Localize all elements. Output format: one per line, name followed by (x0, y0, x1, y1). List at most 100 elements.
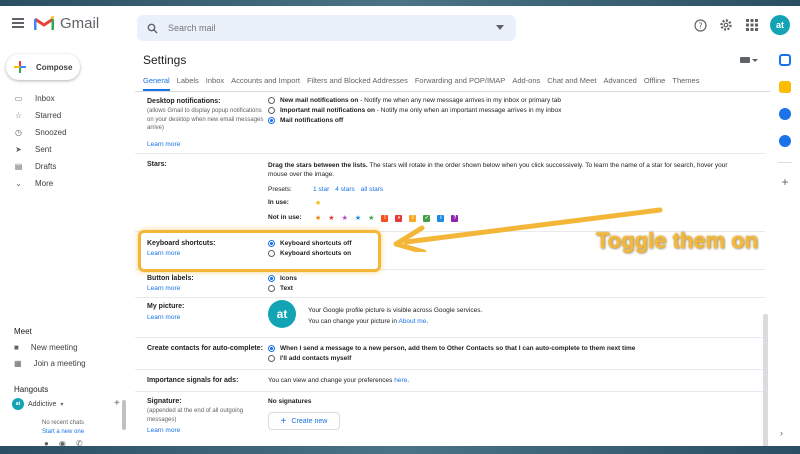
learn-more-link[interactable]: Learn more (147, 141, 180, 148)
tab-forwarding[interactable]: Forwarding and POP/IMAP (415, 76, 505, 91)
preset-1-star[interactable]: 1 star (313, 186, 329, 193)
preset-4-stars[interactable]: 4 stars (335, 186, 355, 193)
tasks-icon[interactable] (779, 108, 791, 120)
clock-icon: ◷ (15, 128, 22, 137)
hangouts-bottom-bar: ● ◉ ✆ (44, 439, 83, 446)
tab-accounts-import[interactable]: Accounts and Import (231, 76, 300, 91)
nav-item-label: Inbox (35, 94, 55, 103)
radio-button[interactable] (268, 355, 275, 362)
radio-button-selected[interactable] (268, 117, 275, 124)
star-icon[interactable]: ★ (368, 214, 374, 222)
chevron-down-icon[interactable] (752, 59, 758, 62)
hangouts-icon[interactable]: ◉ (59, 439, 66, 446)
compose-button[interactable]: Compose (6, 54, 80, 80)
tab-chat-meet[interactable]: Chat and Meet (547, 76, 596, 91)
learn-more-link[interactable]: Learn more (147, 285, 180, 292)
annotation-text: Toggle them on (596, 228, 759, 253)
radio-button-selected[interactable] (268, 345, 275, 352)
important-mail-notifications-radio[interactable]: Important mail notifications on - Notify… (268, 107, 561, 114)
search-input[interactable] (168, 23, 468, 33)
menu-icon[interactable] (12, 18, 24, 28)
create-signature-button[interactable]: + Create new (268, 412, 340, 430)
radio-button[interactable] (268, 285, 275, 292)
search-icon[interactable] (147, 23, 158, 34)
signature-row: Signature: (appended at the end of all o… (135, 392, 765, 446)
keep-icon[interactable] (779, 81, 791, 93)
tab-themes[interactable]: Themes (672, 76, 699, 91)
contacts-icon[interactable] (779, 135, 791, 147)
tab-inbox[interactable]: Inbox (206, 76, 224, 91)
search-options-icon[interactable] (496, 25, 504, 30)
manual-contacts-radio[interactable]: I'll add contacts myself (268, 355, 351, 362)
text-radio[interactable]: Text (268, 285, 293, 292)
option-text: Important mail notifications on - Notify… (280, 107, 562, 114)
new-meeting-link[interactable]: ■ New meeting (14, 343, 78, 352)
nav-item-inbox[interactable]: ▭ Inbox (0, 90, 130, 107)
radio-button[interactable] (268, 97, 275, 104)
preset-all-stars[interactable]: all stars (361, 186, 383, 193)
header-icons: ? at (692, 15, 800, 35)
chevron-right-icon[interactable]: › (780, 428, 783, 438)
presets-links: 1 star 4 stars all stars (313, 186, 383, 193)
learn-more-link[interactable]: Learn more (147, 427, 180, 434)
star-icon[interactable]: ★ (342, 214, 348, 222)
gmail-logo[interactable]: Gmail (34, 15, 99, 32)
mail-notifications-off-radio[interactable]: Mail notifications off (268, 117, 343, 124)
hangouts-title: Hangouts (14, 385, 49, 394)
icons-radio[interactable]: Icons (268, 275, 297, 282)
my-picture-label: My picture: (147, 303, 185, 310)
tab-offline[interactable]: Offline (644, 76, 666, 91)
help-icon[interactable]: ? (692, 17, 708, 33)
tab-general[interactable]: General (143, 76, 170, 91)
new-mail-notifications-radio[interactable]: New mail notifications on - Notify me wh… (268, 97, 561, 104)
gmail-m-icon (34, 16, 54, 30)
gear-icon[interactable] (718, 17, 734, 33)
join-meeting-link[interactable]: ▦ Join a meeting (14, 359, 86, 368)
nav-item-more[interactable]: ⌄ More (0, 175, 130, 192)
auto-add-contacts-radio[interactable]: When I send a message to a new person, a… (268, 345, 635, 352)
settings-scrollbar[interactable] (763, 314, 768, 446)
search-bar[interactable] (137, 15, 516, 41)
radio-button[interactable] (268, 107, 275, 114)
tab-labels[interactable]: Labels (177, 76, 199, 91)
profile-picture-desc: Your Google profile picture is visible a… (308, 307, 483, 314)
star-icon[interactable]: ★ (315, 214, 321, 222)
nav-item-starred[interactable]: ☆ Starred (0, 107, 130, 124)
apps-grid-icon[interactable] (744, 17, 760, 33)
option-text: New mail notifications on - Notify me wh… (280, 97, 562, 104)
nav-item-sent[interactable]: ➤ Sent (0, 141, 130, 158)
add-chat-icon[interactable]: + (114, 398, 120, 409)
preferences-link[interactable]: here (394, 377, 407, 384)
radio-button-selected[interactable] (268, 275, 275, 282)
meet-item-label: Join a meeting (33, 359, 86, 368)
get-addons-icon[interactable]: + (770, 175, 800, 189)
learn-more-link[interactable]: Learn more (147, 314, 180, 321)
tab-filters[interactable]: Filters and Blocked Addresses (307, 76, 408, 91)
tab-advanced[interactable]: Advanced (603, 76, 636, 91)
in-use-label: In use: (268, 199, 289, 206)
keyboard-icon: ▦ (14, 359, 22, 368)
input-tools-icon[interactable] (740, 57, 750, 63)
plus-icon: + (280, 415, 287, 427)
nav-item-drafts[interactable]: ▤ Drafts (0, 158, 130, 175)
tab-addons[interactable]: Add-ons (512, 76, 540, 91)
start-new-chat-link[interactable]: Start a new one (42, 429, 84, 435)
draft-icon: ▤ (14, 162, 23, 171)
account-avatar[interactable]: at (770, 15, 790, 35)
star-icon[interactable]: ★ (315, 199, 321, 207)
calendar-icon[interactable] (779, 54, 791, 66)
no-recent-chats: No recent chats (42, 420, 85, 426)
nav-scrollbar[interactable] (122, 400, 126, 430)
star-icon[interactable]: ★ (355, 214, 361, 222)
about-me-link[interactable]: About me (398, 318, 426, 325)
signature-label: Signature: (147, 398, 182, 405)
option-text: Icons (280, 275, 297, 282)
option-text: I'll add contacts myself (280, 355, 352, 362)
nav-item-snoozed[interactable]: ◷ Snoozed (0, 124, 130, 141)
star-icon[interactable]: ★ (328, 214, 334, 222)
importance-signals-row: Importance signals for ads: You can view… (135, 370, 765, 392)
person-icon[interactable]: ● (44, 439, 49, 446)
profile-picture[interactable]: at (268, 300, 296, 328)
hangouts-user[interactable]: at Addictive ▾ (12, 398, 63, 410)
phone-icon[interactable]: ✆ (76, 439, 83, 446)
